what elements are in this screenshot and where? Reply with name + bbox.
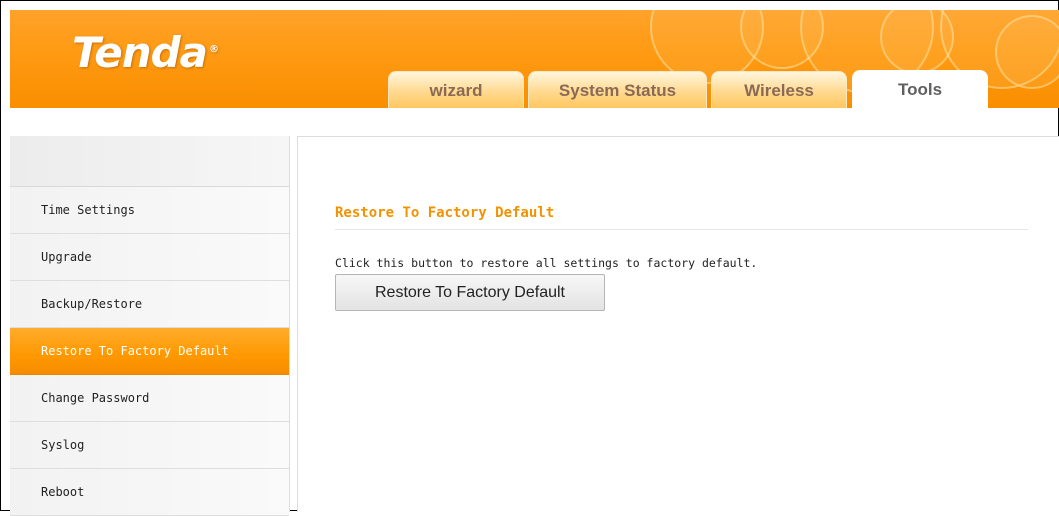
decorative-bubble bbox=[995, 15, 1059, 89]
tools-sidebar: Time Settings Upgrade Backup/Restore Res… bbox=[10, 136, 290, 516]
tab-wireless[interactable]: Wireless bbox=[711, 71, 847, 108]
page-frame: Tenda ® wizard System Status Wireless Too… bbox=[0, 0, 1059, 516]
tab-tools[interactable]: Tools bbox=[852, 70, 988, 108]
sidebar-item-label: Change Password bbox=[41, 391, 150, 405]
restore-description: Click this button to restore all setting… bbox=[335, 256, 758, 270]
sidebar-item-label: Reboot bbox=[41, 485, 85, 499]
page-title: Restore To Factory Default bbox=[335, 205, 555, 221]
tab-label: Wireless bbox=[744, 80, 814, 100]
sidebar-item-backup-restore[interactable]: Backup/Restore bbox=[10, 281, 289, 328]
logo-text: Tenda bbox=[72, 28, 208, 77]
registered-mark: ® bbox=[209, 44, 219, 55]
sidebar-item-change-password[interactable]: Change Password bbox=[10, 375, 289, 422]
sidebar-header bbox=[10, 136, 289, 187]
sidebar-item-label: Backup/Restore bbox=[41, 297, 143, 311]
tab-system-status[interactable]: System Status bbox=[528, 71, 707, 108]
sidebar-item-upgrade[interactable]: Upgrade bbox=[10, 234, 289, 281]
sidebar-item-label: Syslog bbox=[41, 438, 85, 452]
tab-label: wizard bbox=[429, 80, 483, 100]
sidebar-item-label: Time Settings bbox=[41, 203, 135, 217]
sidebar-item-reboot[interactable]: Reboot bbox=[10, 469, 289, 516]
tab-label: Tools bbox=[897, 80, 943, 99]
title-divider bbox=[335, 229, 1028, 230]
sidebar-item-restore-factory-default[interactable]: Restore To Factory Default bbox=[10, 328, 289, 375]
sidebar-item-syslog[interactable]: Syslog bbox=[10, 422, 289, 469]
sidebar-item-time-settings[interactable]: Time Settings bbox=[10, 187, 289, 234]
tab-wizard[interactable]: wizard bbox=[388, 71, 524, 108]
restore-factory-default-button[interactable]: Restore To Factory Default bbox=[335, 274, 605, 311]
tab-label: System Status bbox=[558, 80, 677, 100]
header-banner: Tenda ® wizard System Status Wireless Too… bbox=[10, 10, 1059, 108]
tenda-logo[interactable]: Tenda ® bbox=[72, 28, 219, 77]
main-content: Restore To Factory Default Click this bu… bbox=[297, 136, 1059, 512]
sidebar-item-label: Restore To Factory Default bbox=[41, 344, 229, 358]
button-label: Restore To Factory Default bbox=[374, 283, 565, 301]
sidebar-item-label: Upgrade bbox=[41, 250, 92, 264]
